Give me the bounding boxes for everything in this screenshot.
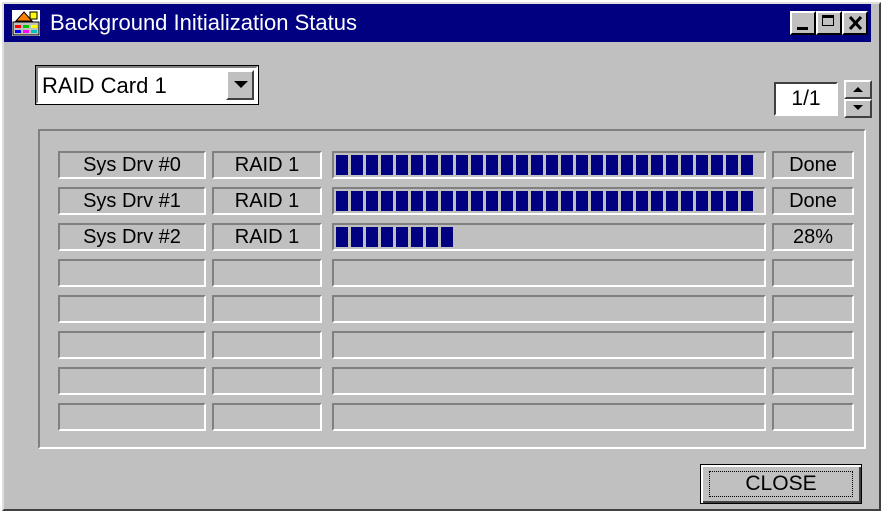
raid-array-icon (12, 10, 40, 36)
progress-bar (332, 367, 766, 395)
page-indicator: 1/1 (774, 82, 838, 116)
progress-bar (332, 187, 766, 215)
progress-bar (332, 331, 766, 359)
close-button-label: CLOSE (709, 471, 853, 497)
close-window-button[interactable] (842, 11, 868, 35)
drive-name (58, 295, 206, 323)
progress-bar (332, 403, 766, 431)
raid-card-select-value: RAID Card 1 (42, 73, 167, 98)
progress-bar (332, 295, 766, 323)
raid-level (212, 295, 322, 323)
progress-bar (332, 223, 766, 251)
progress-bar (332, 151, 766, 179)
drive-name: Sys Drv #0 (58, 151, 206, 179)
drive-name (58, 331, 206, 359)
close-icon (848, 16, 863, 30)
status-text (772, 295, 854, 323)
raid-level (212, 403, 322, 431)
progress-bar (332, 259, 766, 287)
status-text: Done (772, 151, 854, 179)
raid-level (212, 367, 322, 395)
drive-name (58, 403, 206, 431)
page-spinner[interactable] (844, 80, 872, 118)
drive-name (58, 367, 206, 395)
status-text (772, 367, 854, 395)
raid-level: RAID 1 (212, 223, 322, 251)
page-down-button[interactable] (844, 99, 872, 118)
raid-level: RAID 1 (212, 151, 322, 179)
raid-card-select[interactable]: RAID Card 1 (35, 65, 259, 105)
drive-name (58, 259, 206, 287)
drive-status-panel: Sys Drv #0 RAID 1 Done Sys Drv #1 RAID 1… (38, 129, 866, 449)
raid-level (212, 259, 322, 287)
raid-level: RAID 1 (212, 187, 322, 215)
progress-fill (336, 227, 453, 247)
status-text (772, 331, 854, 359)
title-bar[interactable]: Background Initialization Status (4, 4, 871, 42)
window-title: Background Initialization Status (50, 10, 357, 35)
progress-fill (336, 155, 753, 175)
status-text: 28% (772, 223, 854, 251)
page-up-button[interactable] (844, 80, 872, 99)
drive-name: Sys Drv #1 (58, 187, 206, 215)
close-button[interactable]: CLOSE (700, 464, 862, 504)
drive-name: Sys Drv #2 (58, 223, 206, 251)
raid-level (212, 331, 322, 359)
maximize-button[interactable] (816, 11, 842, 35)
progress-fill (336, 191, 753, 211)
status-text (772, 259, 854, 287)
status-text (772, 403, 854, 431)
status-text: Done (772, 187, 854, 215)
chevron-down-icon[interactable] (226, 70, 254, 100)
minimize-button[interactable] (790, 11, 816, 35)
